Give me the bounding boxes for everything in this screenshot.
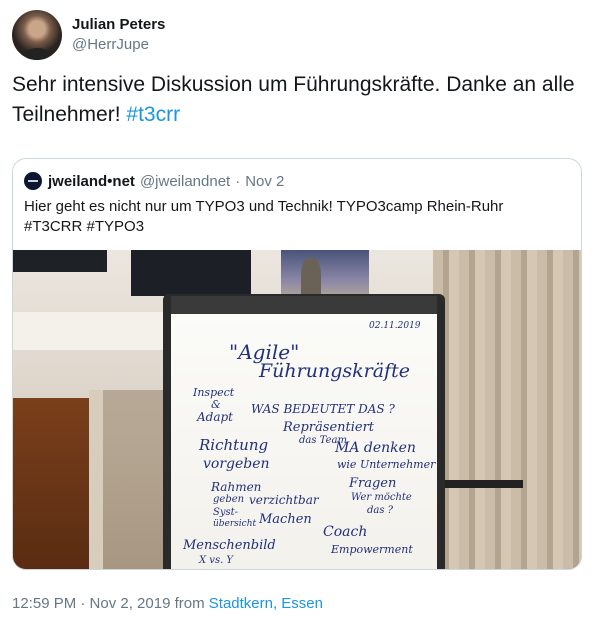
photo-window (13, 250, 107, 272)
quoted-avatar (24, 172, 42, 190)
photo-light-band (13, 312, 188, 350)
flipchart-richtung: Richtung (199, 436, 269, 454)
timestamp-link[interactable]: 12:59 PM · Nov 2, 2019 from (12, 595, 209, 612)
flipchart-fragen: Fragen (349, 476, 397, 491)
quoted-handle: @jweilandnet (139, 172, 231, 190)
flipchart-coach: Coach (323, 524, 368, 540)
flipchart-rahmen: Rahmen (211, 480, 262, 494)
quoted-display-name: jweiland•net (48, 172, 135, 190)
flipchart-verzichtbar: verzichtbar (249, 493, 319, 507)
photo-door (13, 398, 89, 569)
flipchart-geben: geben (213, 494, 245, 505)
photo-curtain (433, 250, 581, 569)
flipchart-uebersicht: übersicht (213, 519, 257, 529)
location-link[interactable]: Stadtkern, Essen (209, 595, 323, 612)
quoted-text: Hier geht es nicht nur um TYPO3 und Tech… (24, 197, 570, 237)
author-names: Julian Peters @HerrJupe (72, 15, 165, 55)
quoted-header: jweiland•net @jweilandnet · Nov 2 (24, 171, 284, 191)
photo-door-frame (89, 390, 103, 569)
photo-easel-leg (433, 480, 523, 488)
flipchart-system: Syst- (213, 507, 239, 518)
flipchart-rep-1: Repräsentiert (283, 420, 375, 435)
flipchart-vorgeben: vorgeben (203, 456, 270, 472)
flipchart-adapt: Adapt (197, 410, 234, 424)
flipchart-ma-denken: MA denken (335, 440, 416, 456)
flipchart-machen: Machen (259, 512, 312, 527)
tweet: Julian Peters @HerrJupe Sehr intensive D… (0, 0, 595, 627)
flipchart-question: WAS BEDEUTET DAS ? (251, 402, 395, 416)
flipchart-wer-moechte: Wer möchte (351, 492, 412, 503)
flipchart-empowerment: Empowerment (331, 543, 413, 556)
quoted-photo[interactable]: 02.11.2019 "Agile" Führungskräfte Inspec… (13, 250, 581, 569)
flipchart-das: das ? (367, 505, 394, 516)
flipchart-paper: 02.11.2019 "Agile" Führungskräfte Inspec… (171, 314, 437, 569)
flipchart-date: 02.11.2019 (369, 321, 421, 331)
photo-window (131, 250, 251, 296)
quoted-text-line-2: #T3CRR #TYPO3 (24, 218, 145, 235)
quoted-text-line-1: Hier geht es nicht nur um TYPO3 und Tech… (24, 198, 504, 215)
quoted-separator: · (235, 172, 241, 190)
flipchart-clip (171, 296, 437, 314)
quoted-date: Nov 2 (245, 172, 285, 190)
tweet-body: Sehr intensive Diskussion um Führungskrä… (12, 73, 575, 126)
flipchart-unternehmer: wie Unternehmer (337, 458, 436, 471)
tweet-footer: 12:59 PM · Nov 2, 2019 from Stadtkern, E… (12, 594, 323, 614)
author-display-name[interactable]: Julian Peters (72, 15, 165, 35)
flipchart-menschenbild: Menschenbild (183, 538, 276, 553)
flipchart-x-vs-y: X vs. Y (199, 555, 234, 566)
hashtag-link[interactable]: #t3crr (126, 103, 180, 126)
quoted-tweet[interactable]: jweiland•net @jweilandnet · Nov 2 Hier g… (12, 158, 582, 570)
photo-painting (281, 250, 369, 300)
flipchart-title-2: Führungskräfte (259, 360, 410, 382)
tweet-header: Julian Peters @HerrJupe (12, 10, 165, 60)
tweet-text: Sehr intensive Diskussion um Führungskrä… (12, 70, 582, 130)
avatar[interactable] (12, 10, 62, 60)
author-handle[interactable]: @HerrJupe (72, 35, 165, 55)
